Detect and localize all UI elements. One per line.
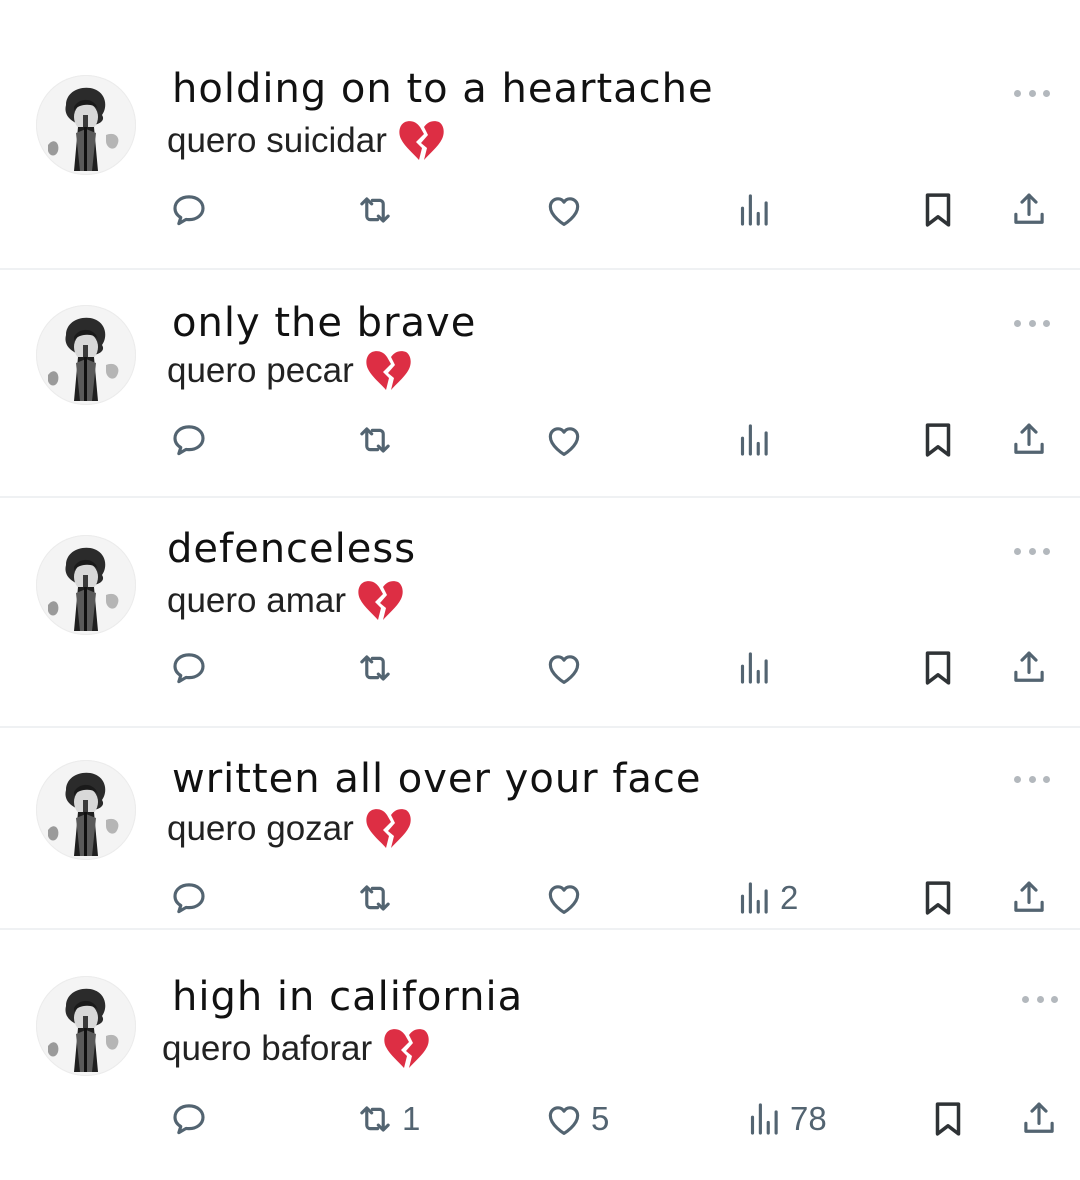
- repost-arrows-button[interactable]: [354, 643, 402, 693]
- post-title: defenceless: [167, 526, 417, 572]
- bookmark-button[interactable]: [917, 415, 959, 465]
- more-dots-icon[interactable]: [1014, 318, 1050, 328]
- share-upload-button[interactable]: [1008, 185, 1050, 235]
- post-subtitle-text: quero gozar: [167, 809, 354, 848]
- post-subtitle-text: quero baforar: [162, 1029, 373, 1068]
- heart-outline-button[interactable]: [543, 185, 591, 235]
- post-title: holding on to a heartache: [172, 66, 714, 112]
- post-3[interactable]: written all over your face quero gozar 2: [0, 688, 1080, 916]
- post-title: high in california: [172, 974, 524, 1020]
- speech-bubble-icon: [168, 189, 210, 231]
- post-subtitle-text: quero pecar: [167, 351, 354, 390]
- repost-arrows-icon: [354, 419, 396, 461]
- share-upload-button[interactable]: [1018, 1094, 1060, 1144]
- bookmark-button[interactable]: [927, 1094, 969, 1144]
- post-title: written all over your face: [172, 756, 702, 802]
- views-bar-chart-button[interactable]: [732, 415, 780, 465]
- heart-outline-icon: [543, 1098, 585, 1140]
- heart-outline-button[interactable]: [543, 415, 591, 465]
- bookmark-button[interactable]: [917, 643, 959, 693]
- views-bar-chart-button[interactable]: [732, 185, 780, 235]
- share-upload-button[interactable]: [1008, 415, 1050, 465]
- post-actions: [0, 415, 1080, 465]
- broken-heart-emoji: [397, 118, 445, 164]
- bookmark-button[interactable]: [917, 185, 959, 235]
- post-subtitle: quero pecar: [167, 348, 412, 394]
- repost-arrows-button[interactable]: [354, 185, 402, 235]
- speech-bubble-button[interactable]: [168, 185, 216, 235]
- repost-arrows-button[interactable]: 1: [354, 1094, 420, 1144]
- post-4[interactable]: high in california quero baforar 1 5 78: [0, 908, 1080, 1137]
- bookmark-icon: [917, 189, 959, 231]
- share-upload-button[interactable]: [1008, 643, 1050, 693]
- repost-arrows-icon: [354, 189, 396, 231]
- broken-heart-emoji: [364, 806, 412, 852]
- post-subtitle: quero amar: [167, 578, 404, 624]
- repost-arrows-icon: [354, 1098, 396, 1140]
- more-dots-icon[interactable]: [1014, 546, 1050, 556]
- more-dots-icon[interactable]: [1022, 994, 1058, 1004]
- post-subtitle-text: quero suicidar: [167, 121, 387, 160]
- share-upload-icon: [1008, 189, 1050, 231]
- post-subtitle-text: quero amar: [167, 581, 346, 620]
- avatar[interactable]: [36, 535, 136, 635]
- avatar[interactable]: [36, 760, 136, 860]
- views-bar-chart-button[interactable]: 78: [742, 1094, 827, 1144]
- share-upload-icon: [1018, 1098, 1060, 1140]
- bookmark-icon: [917, 647, 959, 689]
- broken-heart-emoji: [356, 578, 404, 624]
- bookmark-icon: [917, 419, 959, 461]
- speech-bubble-icon: [168, 419, 210, 461]
- post-actions: 1 5 78: [0, 1094, 1080, 1144]
- avatar[interactable]: [36, 976, 136, 1076]
- bookmark-icon: [927, 1098, 969, 1140]
- repost-arrows-button[interactable]: [354, 415, 402, 465]
- avatar[interactable]: [36, 75, 136, 175]
- views-count: 78: [790, 1100, 827, 1137]
- heart-outline-icon: [543, 647, 585, 689]
- more-dots-icon[interactable]: [1014, 88, 1050, 98]
- more-dots-icon[interactable]: [1014, 774, 1050, 784]
- broken-heart-emoji: [382, 1026, 430, 1072]
- speech-bubble-button[interactable]: [168, 1094, 216, 1144]
- heart-outline-icon: [543, 189, 585, 231]
- speech-bubble-icon: [168, 647, 210, 689]
- post-subtitle: quero gozar: [167, 806, 412, 852]
- share-upload-icon: [1008, 419, 1050, 461]
- post-0[interactable]: holding on to a heartache quero suicidar: [0, 0, 1080, 228]
- share-upload-icon: [1008, 647, 1050, 689]
- repost-count: 1: [402, 1100, 421, 1137]
- speech-bubble-button[interactable]: [168, 415, 216, 465]
- like-count: 5: [591, 1100, 610, 1137]
- heart-outline-button[interactable]: 5: [543, 1094, 609, 1144]
- post-1[interactable]: only the brave quero pecar: [0, 230, 1080, 458]
- post-actions: [0, 643, 1080, 693]
- views-bar-chart-icon: [742, 1098, 784, 1140]
- post-2[interactable]: defenceless quero amar: [0, 460, 1080, 688]
- views-bar-chart-button[interactable]: [732, 643, 780, 693]
- post-title: only the brave: [172, 300, 477, 346]
- post-actions: [0, 185, 1080, 235]
- avatar[interactable]: [36, 305, 136, 405]
- repost-arrows-icon: [354, 647, 396, 689]
- heart-outline-button[interactable]: [543, 643, 591, 693]
- views-bar-chart-icon: [732, 419, 774, 461]
- heart-outline-icon: [543, 419, 585, 461]
- views-bar-chart-icon: [732, 189, 774, 231]
- post-subtitle: quero baforar: [162, 1026, 430, 1072]
- speech-bubble-icon: [168, 1098, 210, 1140]
- broken-heart-emoji: [364, 348, 412, 394]
- views-bar-chart-icon: [732, 647, 774, 689]
- post-subtitle: quero suicidar: [167, 118, 445, 164]
- speech-bubble-button[interactable]: [168, 643, 216, 693]
